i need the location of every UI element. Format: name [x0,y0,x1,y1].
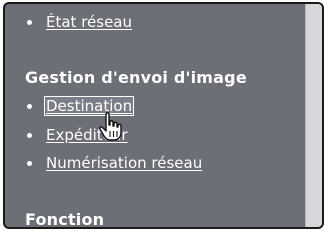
menu-panel: État réseau Gestion d'envoi d'image Dest… [3,2,324,229]
bullet-icon [27,103,32,109]
nav-item-etat-reseau[interactable]: État réseau [27,13,132,31]
nav-item-label[interactable]: Numérisation réseau [46,154,202,172]
nav-item-label[interactable]: État réseau [46,13,132,31]
scrollbar[interactable] [305,4,322,227]
hand-pointer-icon [99,112,122,141]
section-title-function: Fonction [25,210,105,229]
bullet-icon [27,160,32,166]
bullet-icon [27,132,32,138]
section-title-image: Gestion d'envoi d'image [25,68,247,87]
bullet-icon [27,19,32,25]
nav-item-numerisation-reseau[interactable]: Numérisation réseau [27,154,202,172]
